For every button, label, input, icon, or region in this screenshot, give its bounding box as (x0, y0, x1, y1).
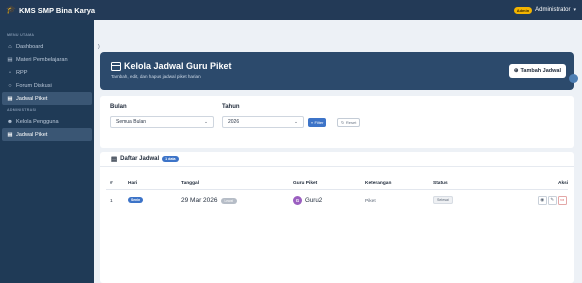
filter-card: Bulan Semua Bulan ⌄ Tahun 2026 ⌄ ▿ Filte… (100, 96, 574, 148)
page-title-text: Kelola Jadwal Guru Piket (124, 61, 232, 71)
document-icon: ▫ (9, 69, 11, 76)
day-cell: Senin (128, 197, 144, 203)
scroll-handle[interactable] (569, 74, 578, 83)
year-label: Tahun (222, 104, 240, 110)
column-header-status: Status (433, 181, 448, 186)
sidebar-item-admin-jadwal-piket[interactable]: ▦ Jadwal Piket (2, 128, 92, 141)
column-header-keterangan: Keterangan (365, 181, 392, 186)
brand[interactable]: 🎓 KMS SMP Bina Karya (6, 6, 95, 15)
date-status-badge: Lewat (220, 197, 238, 204)
sidebar-item-label: Materi Pembelajaran (16, 56, 68, 63)
sidebar-item-label: Jadwal Piket (16, 95, 48, 102)
filter-button-label: Filter (314, 120, 324, 125)
page-subtitle: Tambah, edit, dan hapus jadwal piket har… (111, 74, 201, 79)
sidebar: MENU UTAMA ⌂ Dashboard ▤ Materi Pembelaj… (0, 20, 94, 283)
reset-button[interactable]: ↻ Reset (337, 118, 361, 127)
date-cell: 29 Mar 2026 Lewat (181, 197, 238, 204)
status-badge: Selesai (433, 196, 453, 204)
column-header-number: # (110, 181, 113, 186)
edit-button[interactable]: ✎ (548, 196, 557, 205)
sidebar-item-dashboard[interactable]: ⌂ Dashboard (2, 40, 92, 53)
year-select[interactable]: 2026 ⌄ (222, 116, 304, 128)
pencil-icon: ✎ (550, 197, 555, 203)
sidebar-item-materi[interactable]: ▤ Materi Pembelajaran (2, 53, 92, 66)
sidebar-section-main: MENU UTAMA (7, 33, 35, 37)
sidebar-item-label: Forum Diskusi (16, 82, 52, 89)
book-icon: ▤ (7, 56, 13, 63)
list-icon: ▤ (111, 156, 118, 163)
column-header-tanggal: Tanggal (181, 181, 200, 186)
users-icon: ☻ (7, 118, 13, 125)
sidebar-item-jadwal-piket[interactable]: ▦ Jadwal Piket (2, 92, 92, 105)
page-title: Kelola Jadwal Guru Piket (111, 61, 232, 71)
delete-button[interactable]: ▭ (558, 196, 567, 205)
month-select-value: Semua Bulan (116, 119, 147, 125)
add-schedule-button[interactable]: ⊕ Tambah Jadwal (508, 64, 566, 78)
day-badge: Senin (128, 197, 144, 203)
reset-button-label: Reset (345, 120, 357, 125)
sidebar-item-label: Jadwal Piket (16, 131, 48, 138)
sidebar-section-admin: ADMINISTRASI (7, 108, 37, 112)
eye-icon: ◉ (540, 197, 545, 203)
note-cell: Piket (365, 199, 376, 204)
add-schedule-label: Tambah Jadwal (520, 68, 561, 74)
trash-icon: ▭ (560, 197, 565, 203)
sidebar-item-rpp[interactable]: ▫ RPP (2, 66, 92, 79)
table-title: Daftar Jadwal (120, 156, 160, 162)
column-header-aksi: Aksi (558, 181, 569, 186)
schedule-table-card: ▤ Daftar Jadwal 1 data # Hari Tanggal Gu… (100, 152, 574, 283)
row-actions: ◉ ✎ ▭ (538, 196, 567, 205)
column-header-hari: Hari (128, 181, 138, 186)
chat-icon: ○ (8, 82, 12, 89)
count-badge: 1 data (162, 156, 179, 162)
filter-icon: ▿ (311, 120, 314, 125)
year-select-value: 2026 (228, 119, 240, 125)
sidebar-item-forum[interactable]: ○ Forum Diskusi (2, 79, 92, 92)
user-menu[interactable]: Admin Administrator ▾ (513, 6, 576, 14)
plus-circle-icon: ⊕ (513, 68, 519, 74)
calendar-icon: ▦ (7, 95, 13, 102)
chevron-down-icon: ▾ (573, 7, 576, 13)
top-navbar: 🎓 KMS SMP Bina Karya Admin Administrator… (0, 0, 582, 20)
month-label: Bulan (110, 104, 127, 110)
avatar: G (293, 196, 302, 205)
page-header: Kelola Jadwal Guru Piket Tambah, edit, d… (100, 52, 578, 90)
row-number: 1 (110, 199, 113, 204)
teacher-name: Guru2 (305, 197, 323, 204)
brand-title: KMS SMP Bina Karya (18, 5, 96, 15)
table-header: ▤ Daftar Jadwal 1 data (100, 152, 574, 167)
sidebar-item-label: Kelola Pengguna (16, 118, 59, 125)
main-content: ) Kelola Jadwal Guru Piket Tambah, edit,… (94, 20, 582, 283)
month-select[interactable]: Semua Bulan ⌄ (110, 116, 214, 128)
calendar-icon: ▦ (7, 131, 13, 138)
teacher-cell: G Guru2 (293, 196, 322, 205)
reset-icon: ↻ (341, 120, 345, 125)
status-cell: Selesai (433, 196, 453, 204)
view-button[interactable]: ◉ (538, 196, 547, 205)
header-divider (106, 189, 568, 190)
home-icon: ⌂ (8, 43, 12, 50)
sidebar-item-label: RPP (16, 69, 28, 76)
sidebar-item-kelola-pengguna[interactable]: ☻ Kelola Pengguna (2, 115, 92, 128)
chevron-down-icon: ⌄ (204, 119, 208, 124)
chevron-down-icon: ⌄ (294, 119, 298, 124)
filter-button[interactable]: ▿ Filter (308, 118, 327, 127)
column-header-guru: Guru Piket (293, 181, 318, 186)
graduation-cap-icon: 🎓 (6, 5, 16, 14)
date-text: 29 Mar 2026 (181, 197, 218, 204)
breadcrumb: ) (98, 44, 100, 50)
sidebar-item-label: Dashboard (16, 43, 44, 50)
role-badge: Admin (513, 6, 533, 14)
user-name: Administrator (535, 7, 571, 13)
calendar-icon (111, 61, 121, 71)
